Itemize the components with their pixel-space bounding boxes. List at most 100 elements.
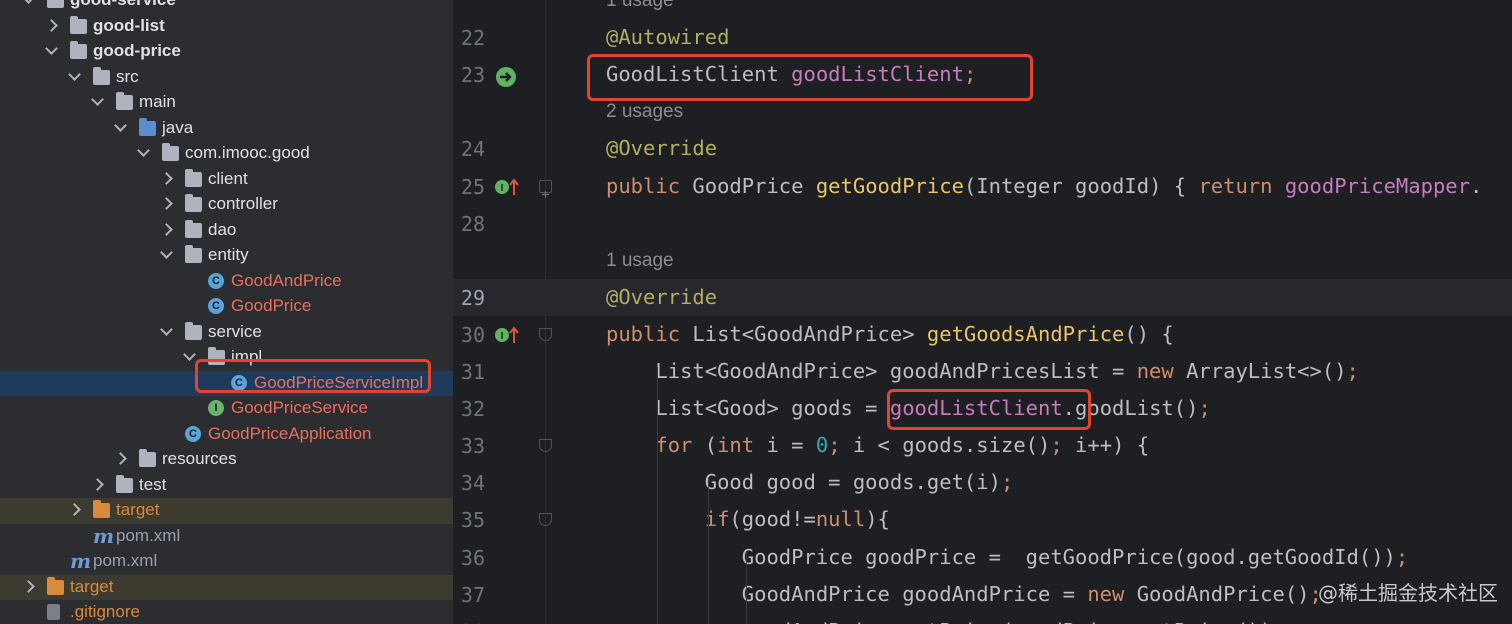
fold-collapse-icon[interactable] <box>539 327 552 341</box>
line-number: 28 <box>460 211 485 236</box>
usage-hint[interactable]: 1 usage <box>606 250 674 272</box>
chevron-right-icon[interactable] <box>45 18 58 32</box>
chevron-down-icon[interactable] <box>91 93 104 106</box>
tree-item-label: com.imooc.good <box>185 143 310 162</box>
code-token: ; <box>828 433 853 458</box>
tree-item[interactable]: good-price <box>0 39 453 65</box>
tree-item[interactable]: C GoodAndPrice <box>0 269 453 295</box>
code-token: List<Good> goods = <box>606 396 890 421</box>
code-text: goodAndPrice.setPrice(goodPrice.getPrice… <box>606 619 1273 624</box>
tree-item-label: good-list <box>93 15 165 35</box>
code-token: GoodAndPrice() <box>1136 581 1310 606</box>
code-token: 0 <box>815 433 829 458</box>
tree-item[interactable]: main <box>0 90 453 116</box>
tree-item-label: GoodAndPrice <box>231 270 342 290</box>
tree-item[interactable]: client <box>0 167 453 193</box>
tree-item[interactable]: dao <box>0 218 453 244</box>
package-icon <box>185 245 202 263</box>
implements-method-icon[interactable]: I <box>494 325 520 350</box>
spring-bean-icon[interactable] <box>494 65 518 94</box>
tree-item-label: good-price <box>93 41 181 60</box>
code-token: ( <box>704 433 718 458</box>
tree-item[interactable]: com.imooc.good <box>0 141 453 167</box>
code-text: Good good = goods.get(i); <box>606 470 1014 495</box>
code-token: i < goods.size() <box>852 433 1051 458</box>
class-icon: C <box>185 425 201 442</box>
chevron-down-icon[interactable] <box>137 144 150 157</box>
code-token: getGoodsAndPrice <box>926 321 1125 346</box>
tree-item-label: client <box>208 168 248 188</box>
indent-guide <box>657 367 658 624</box>
code-line: 24 @Override <box>453 130 1512 167</box>
line-number: 22 <box>460 26 485 51</box>
code-line: 30 Ipublic List<GoodAndPrice> getGoodsAnd… <box>453 316 1512 353</box>
chevron-right-icon[interactable] <box>91 477 104 491</box>
svg-text:I: I <box>501 183 504 194</box>
chevron-right-icon[interactable] <box>160 197 173 210</box>
svg-text:I: I <box>501 331 504 342</box>
code-token: (Integer goodId) { <box>963 173 1199 198</box>
chevron-right-icon[interactable] <box>22 579 35 593</box>
code-token: getGoodPrice <box>815 173 964 198</box>
chevron-down-icon[interactable] <box>114 118 127 132</box>
code-token: if <box>606 507 730 532</box>
tree-item[interactable]: good-list <box>0 14 453 40</box>
line-number: 34 <box>460 471 485 496</box>
chevron-right-icon[interactable] <box>160 222 173 236</box>
tree-item[interactable]: entity <box>0 243 453 269</box>
folder-icon <box>70 41 87 59</box>
chevron-right-icon[interactable] <box>68 503 81 516</box>
code-token: ; <box>1395 544 1409 569</box>
code-text: GoodAndPrice goodAndPrice = new GoodAndP… <box>606 582 1322 606</box>
tree-item[interactable]: target <box>0 574 453 600</box>
code-token: goodAndPrice.setPrice(goodPrice.getPrice… <box>606 619 1273 624</box>
chevron-down-icon[interactable] <box>160 246 173 259</box>
tree-item[interactable]: C GoodPrice <box>0 294 453 320</box>
tree-item[interactable]: m pom.xml <box>0 549 453 575</box>
chevron-down-icon[interactable] <box>160 322 173 336</box>
tree-item-label: target <box>70 576 114 596</box>
indent-guide <box>708 478 709 624</box>
code-token: List<GoodAndPrice> goodAndPricesList = <box>606 359 1137 383</box>
code-token: ; <box>1346 359 1359 383</box>
usage-hint-line[interactable]: 1 usage <box>453 242 1512 279</box>
fold-collapse-icon[interactable] <box>539 513 552 527</box>
tree-item[interactable]: good-service <box>0 0 453 14</box>
tree-item[interactable]: .gitignore <box>0 600 453 624</box>
chevron-right-icon[interactable] <box>160 171 173 185</box>
tree-item-label: test <box>139 474 167 494</box>
tree-item-label: dao <box>208 219 237 239</box>
chevron-down-icon[interactable] <box>45 42 58 55</box>
fold-expand-icon[interactable] <box>539 179 552 198</box>
tree-item-label: src <box>116 66 139 86</box>
tree-item[interactable]: controller <box>0 192 453 218</box>
fold-collapse-icon[interactable] <box>539 439 552 453</box>
usage-hint-line[interactable]: 1 usage <box>453 0 1512 19</box>
tree-item[interactable]: m pom.xml <box>0 524 453 550</box>
watermark: @稀土掘金技术社区 <box>1318 581 1498 605</box>
folder-icon <box>70 15 87 34</box>
usage-hint[interactable]: 1 usage <box>606 0 674 12</box>
tree-item[interactable]: I GoodPriceService <box>0 396 453 422</box>
tree-item[interactable]: java <box>0 116 453 142</box>
implements-method-icon[interactable]: I <box>494 177 520 202</box>
usage-hint[interactable]: 2 usages <box>606 101 683 123</box>
tree-item[interactable]: test <box>0 473 453 499</box>
code-text: for (int i = 0; i < goods.size(); i++) { <box>606 433 1149 457</box>
code-line: 33 for (int i = 0; i < goods.size(); i++… <box>453 427 1512 464</box>
tree-item[interactable]: resources <box>0 447 453 473</box>
tree-item[interactable]: target <box>0 498 453 524</box>
chevron-down-icon[interactable] <box>183 348 196 361</box>
code-line: 25 Ipublic GoodPrice getGoodPrice(Integer… <box>453 168 1512 205</box>
chevron-right-icon[interactable] <box>114 452 127 465</box>
chevron-down-icon[interactable] <box>68 67 81 81</box>
line-number: 31 <box>460 360 485 384</box>
chevron-down-icon[interactable] <box>22 0 35 4</box>
code-token: ; <box>1198 396 1211 421</box>
code-token: ; <box>1000 470 1014 495</box>
tree-item[interactable]: C GoodPriceApplication <box>0 422 453 448</box>
tree-item[interactable]: service <box>0 320 453 346</box>
tree-item[interactable]: src <box>0 65 453 91</box>
code-line: 29 @Override <box>453 278 1512 316</box>
class-icon: C <box>208 298 224 314</box>
